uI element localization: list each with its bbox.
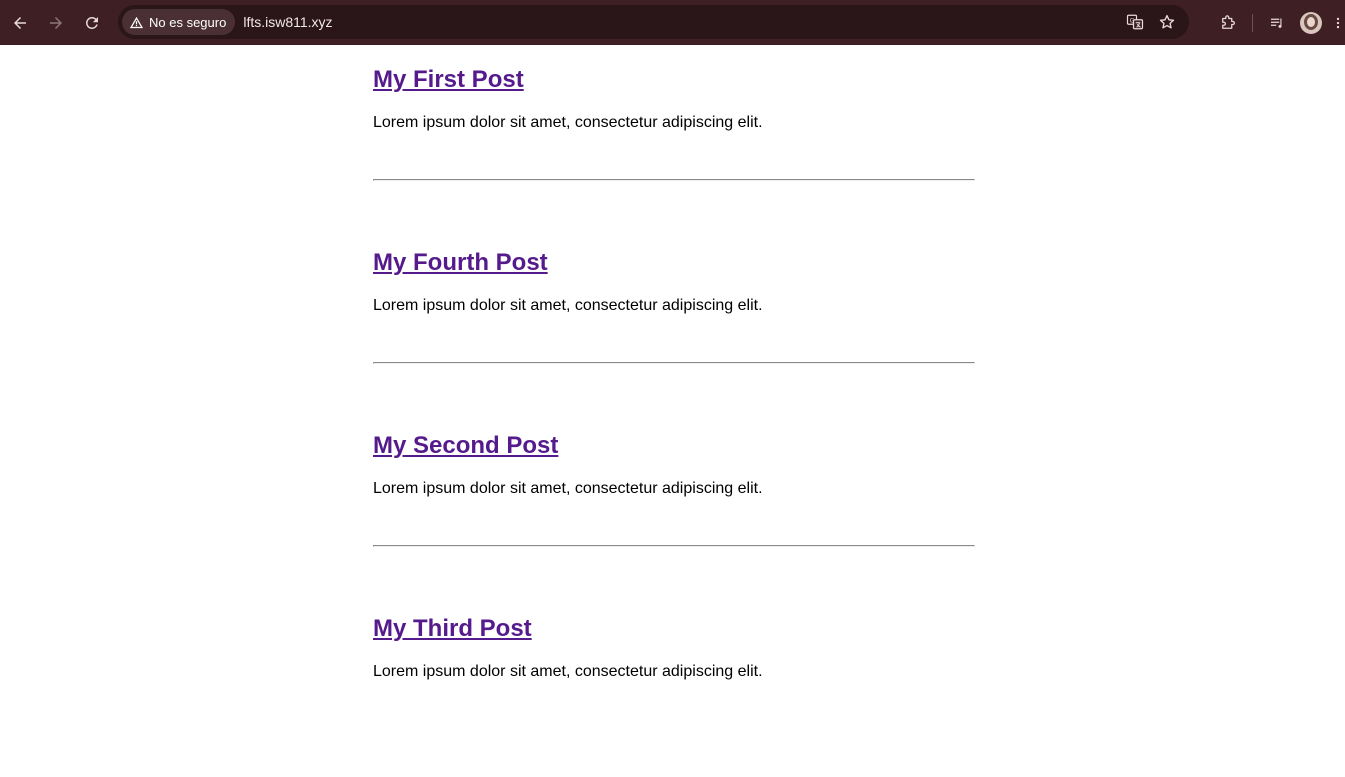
post-excerpt: Lorem ipsum dolor sit amet, consectetur … (373, 114, 763, 131)
reading-list-icon (1271, 18, 1282, 28)
post-title-link[interactable]: My Second Post (373, 432, 558, 460)
post-item: My Second Post Lorem ipsum dolor sit ame… (373, 411, 975, 594)
translate-icon: G (1126, 14, 1144, 30)
back-button[interactable] (2, 5, 38, 41)
post-title-link[interactable]: My First Post (373, 66, 524, 94)
forward-button[interactable] (38, 5, 74, 41)
url-text[interactable]: lfts.isw811.xyz (243, 14, 332, 30)
more-vert-icon (1336, 17, 1340, 28)
reload-button[interactable] (74, 5, 110, 41)
star-icon (1159, 14, 1175, 29)
browser-toolbar: No es seguro lfts.isw811.xyz G (0, 0, 1345, 45)
translate-button[interactable]: G (1123, 10, 1147, 34)
post-title-link[interactable]: My Third Post (373, 615, 532, 643)
security-chip[interactable]: No es seguro (122, 9, 236, 35)
extensions-button[interactable] (1212, 7, 1244, 39)
post-item: My First Post Lorem ipsum dolor sit amet… (373, 45, 975, 228)
warning-icon (129, 16, 144, 28)
post-excerpt: Lorem ipsum dolor sit amet, consectetur … (373, 663, 763, 680)
post-item: My Fourth Post Lorem ipsum dolor sit ame… (373, 228, 975, 411)
post-title-link[interactable]: My Fourth Post (373, 249, 548, 277)
reading-list-button[interactable] (1261, 7, 1293, 39)
address-bar[interactable]: No es seguro lfts.isw811.xyz G (118, 5, 1189, 39)
puzzle-icon (1222, 14, 1235, 29)
post-list: My First Post Lorem ipsum dolor sit amet… (373, 45, 975, 777)
menu-button[interactable] (1331, 7, 1345, 39)
bookmark-button[interactable] (1155, 10, 1179, 34)
security-label: No es seguro (149, 14, 227, 30)
post-divider (373, 545, 975, 547)
address-bar-actions: G (1123, 5, 1179, 39)
post-excerpt: Lorem ipsum dolor sit amet, consectetur … (373, 297, 763, 314)
post-divider (373, 362, 975, 364)
back-arrow-icon (14, 16, 26, 29)
post-divider (373, 179, 975, 181)
post-excerpt: Lorem ipsum dolor sit amet, consectetur … (373, 480, 763, 497)
toolbar-actions (1212, 0, 1345, 45)
svg-text:G: G (1130, 17, 1135, 24)
toolbar-separator (1252, 13, 1253, 32)
avatar[interactable] (1300, 11, 1322, 34)
forward-arrow-icon (50, 16, 62, 29)
reload-icon (85, 16, 98, 29)
post-item: My Third Post Lorem ipsum dolor sit amet… (373, 594, 973, 777)
